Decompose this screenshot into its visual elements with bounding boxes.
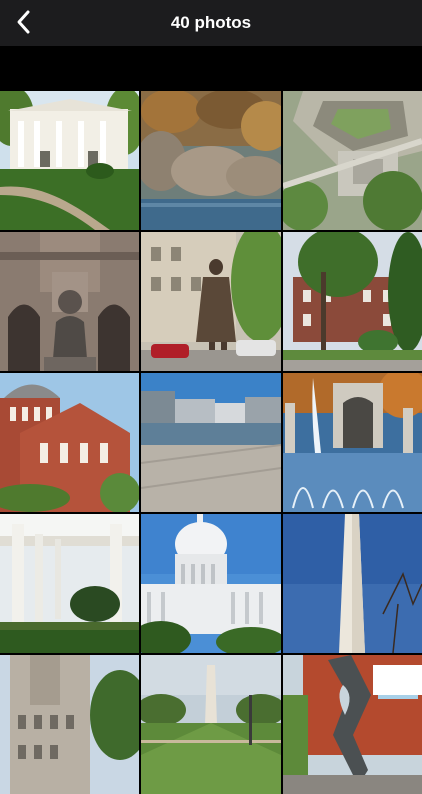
- photo-thumbnail-rocky-creek[interactable]: [141, 91, 281, 230]
- photo-thumbnail-gandhi-statue[interactable]: [141, 232, 281, 371]
- photo-thumbnail-brick-mansion[interactable]: [283, 232, 422, 371]
- photo-thumbnail-old-post-office[interactable]: [0, 655, 139, 794]
- photo-thumbnail-red-brick-church[interactable]: [0, 373, 139, 512]
- photo-thumbnail-cathedral-statue[interactable]: [0, 232, 139, 371]
- photo-thumbnail-pentagon-aerial[interactable]: [283, 91, 422, 230]
- navigation-bar: 40 photos: [0, 0, 422, 46]
- photo-thumbnail-us-capitol[interactable]: [141, 514, 281, 653]
- photo-thumbnail-abstract-sculpture[interactable]: [283, 655, 422, 794]
- back-button[interactable]: [4, 2, 44, 42]
- photo-thumbnail-white-house[interactable]: [0, 91, 139, 230]
- photo-thumbnail-national-mall[interactable]: [141, 655, 281, 794]
- photo-thumbnail-memorial-fountain[interactable]: [283, 373, 422, 512]
- chevron-left-icon: [17, 10, 30, 34]
- photo-thumbnail-waterfront[interactable]: [141, 373, 281, 512]
- photo-thumbnail-washington-monument[interactable]: [283, 514, 422, 653]
- page-title: 40 photos: [170, 13, 252, 32]
- photo-thumbnail-pergola-garden[interactable]: [0, 514, 139, 653]
- photo-grid: [0, 91, 422, 794]
